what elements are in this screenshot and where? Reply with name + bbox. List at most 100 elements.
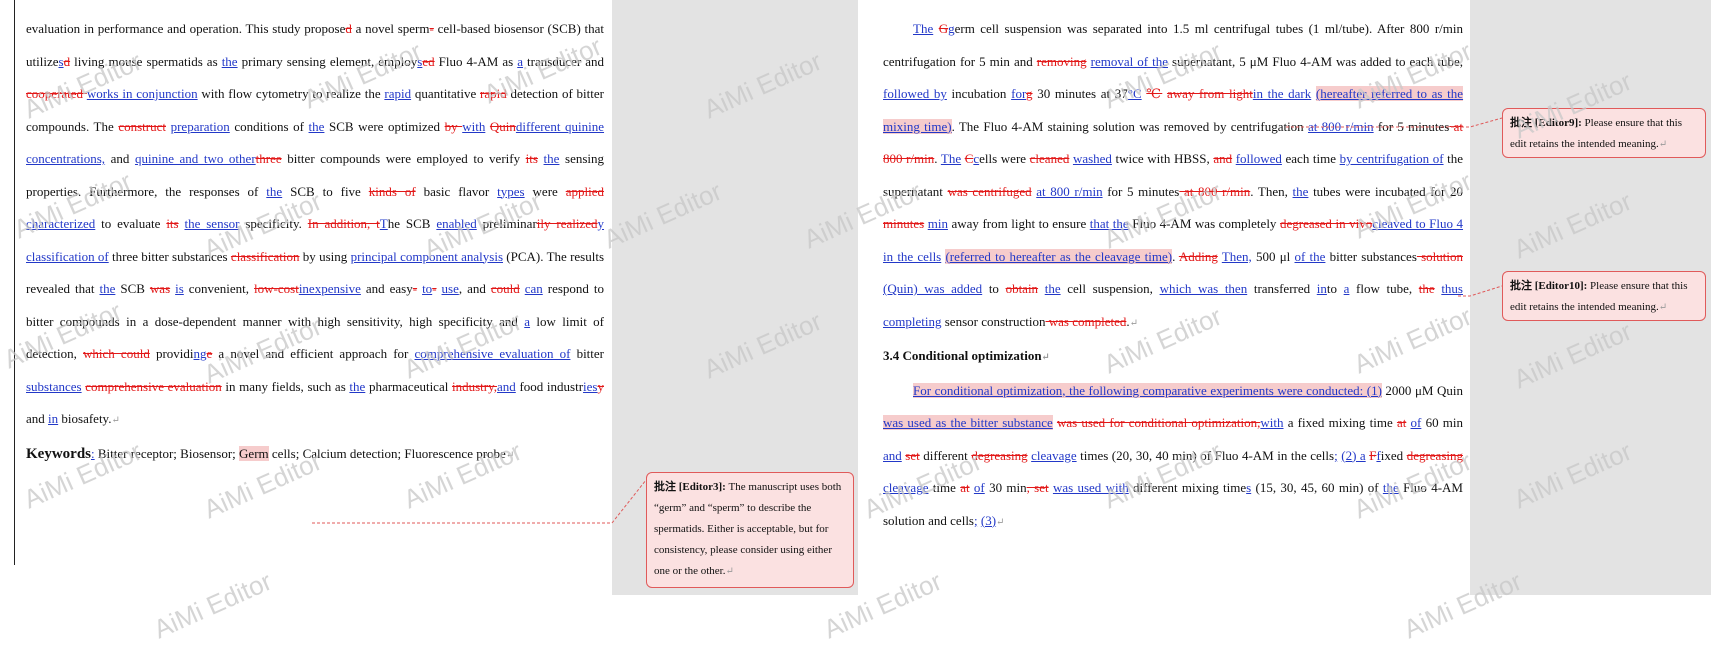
inserted-text: ies [583,378,598,394]
inserted-text: substances [26,378,82,394]
text-run: sensor construction [941,313,1046,329]
text-run: preliminar [476,216,537,231]
deleted-text: away from light [1166,86,1253,101]
text-run: for 5 minutes [1373,118,1450,134]
comment-editor3[interactable]: 批注 [Editor3]: The manuscript uses both “… [646,472,854,588]
comment-editor9[interactable]: 批注 [Editor9]: Please ensure that this ed… [1502,108,1706,158]
text-run: bitter [570,346,605,361]
left-page-text[interactable]: evaluation in performance and operation.… [26,13,604,472]
inserted-text: followed [1235,151,1282,166]
inserted-text: with [1260,415,1284,430]
deleted-text: industry, [451,378,498,394]
page-gutter [858,0,870,611]
text-run: each time [1281,151,1340,166]
deleted-text: y [597,378,604,394]
deleted-text: the [1418,281,1435,296]
right-page-text[interactable]: The Ggerm cell suspension was separated … [883,13,1464,539]
comment-header: 批注 [Editor3]: [654,481,726,493]
inserted-text: ng [193,346,207,361]
comment-editor10[interactable]: 批注 [Editor10]: Please ensure that this e… [1502,271,1706,321]
deleted-text: its [166,216,179,231]
deleted-text: low-cost [254,281,299,296]
text-run: Fluo 4-AM as [434,53,518,69]
inserted-text: cleavage [883,480,929,495]
deleted-text: rapid [480,86,507,101]
deleted-text: ily realized [536,216,598,231]
text-run: a fixed mixing time [1283,415,1397,430]
inserted-text: Then, [1221,248,1252,264]
inserted-text: The [940,151,962,166]
deleted-text: at 800 r/min [1179,183,1251,199]
deleted-text: applied [565,183,604,199]
paragraph-mark: ↵ [1129,317,1138,329]
text-run: 500 μl [1251,248,1295,264]
inserted-text: the [543,151,560,166]
inserted-text: T [379,216,388,231]
inserted-text: The [913,21,934,36]
text-run: cells; Calcium detection; Fluorescence p… [268,445,506,461]
deleted-text: three [255,151,282,166]
inserted-commented-text: was used as the bitter substance [883,415,1053,430]
deleted-text: ℃ [1146,86,1163,101]
comment-header: 批注 [Editor9]: [1510,117,1582,129]
deleted-text: at [960,480,970,495]
text-run: quantitative [411,86,481,101]
inserted-text: characterized [26,216,96,231]
inserted-text: at 800 r/min [1307,118,1374,134]
inserted-text: in [48,411,59,426]
deleted-text: Quin [489,118,516,134]
text-run: biosafety. [58,411,112,426]
inserted-text: cleavage [1031,447,1077,463]
inserted-text: use [441,281,459,296]
inserted-text: with [462,118,486,134]
text-run: living mouse spermatids as [70,53,222,69]
deleted-text: was used for conditional optimization, [1056,415,1261,430]
text-run: and [105,151,135,166]
text-run: 30 min [984,480,1027,495]
inserted-text: classification of [26,248,109,264]
text-run: to [1326,281,1344,296]
paragraph-mark: ↵ [996,516,1005,528]
deleted-text: classification [230,248,300,264]
comment-header: 批注 [Editor10]: [1510,280,1588,292]
deleted-text: and [1213,151,1233,166]
deleted-text: could [490,281,520,296]
paragraph-mark: ↵ [1041,352,1050,363]
deleted-text: which could [83,346,150,361]
text-run: (15, 30, 45, 60 min) of [1251,480,1383,495]
text-run: SCB [115,281,150,296]
inserted-text: quinine and two other [134,151,256,166]
deleted-text: G [938,21,949,36]
text-run: Fluo 4-AM was completely [1128,216,1280,231]
text-run: flow tube, [1349,281,1419,296]
deleted-text: removing [1036,53,1087,69]
text-run: a novel sperm [351,21,430,36]
text-run: time [928,480,961,495]
text-run: tubes were incubated for 20 [1308,183,1464,199]
paragraph: The Ggerm cell suspension was separated … [883,13,1464,340]
deleted-text: cleaned [1029,151,1070,166]
inserted-text: the [1044,281,1061,296]
text-run: , and [458,281,491,296]
deleted-text: degreasing [971,447,1028,463]
inserted-text: principal component analysis [350,248,504,264]
text-run: transferred [1247,281,1317,296]
inserted-text: can [524,281,543,296]
text-run: ixed [1380,447,1407,463]
deleted-text: set [905,447,920,463]
deleted-text: kinds of [368,183,416,199]
inserted-text: for [1011,86,1027,101]
inserted-text: of [973,480,985,495]
text-run: . [1172,248,1179,264]
inserted-text: the [221,53,238,69]
inserted-text: washed [1072,151,1112,166]
text-run: with flow cytometry to realize the [197,86,385,101]
section-heading: 3.4 Conditional optimization↵ [883,340,1463,375]
paragraph-mark: ↵ [111,415,120,426]
inserted-text: enabled [436,216,477,231]
deleted-text: Adding [1178,248,1218,264]
inserted-commented-text: For conditional optimization, the follow… [913,382,1382,398]
inserted-text: the [349,378,366,394]
text-run: 30 minutes at 37 [1032,86,1128,101]
text-run: convenient, [183,281,255,296]
